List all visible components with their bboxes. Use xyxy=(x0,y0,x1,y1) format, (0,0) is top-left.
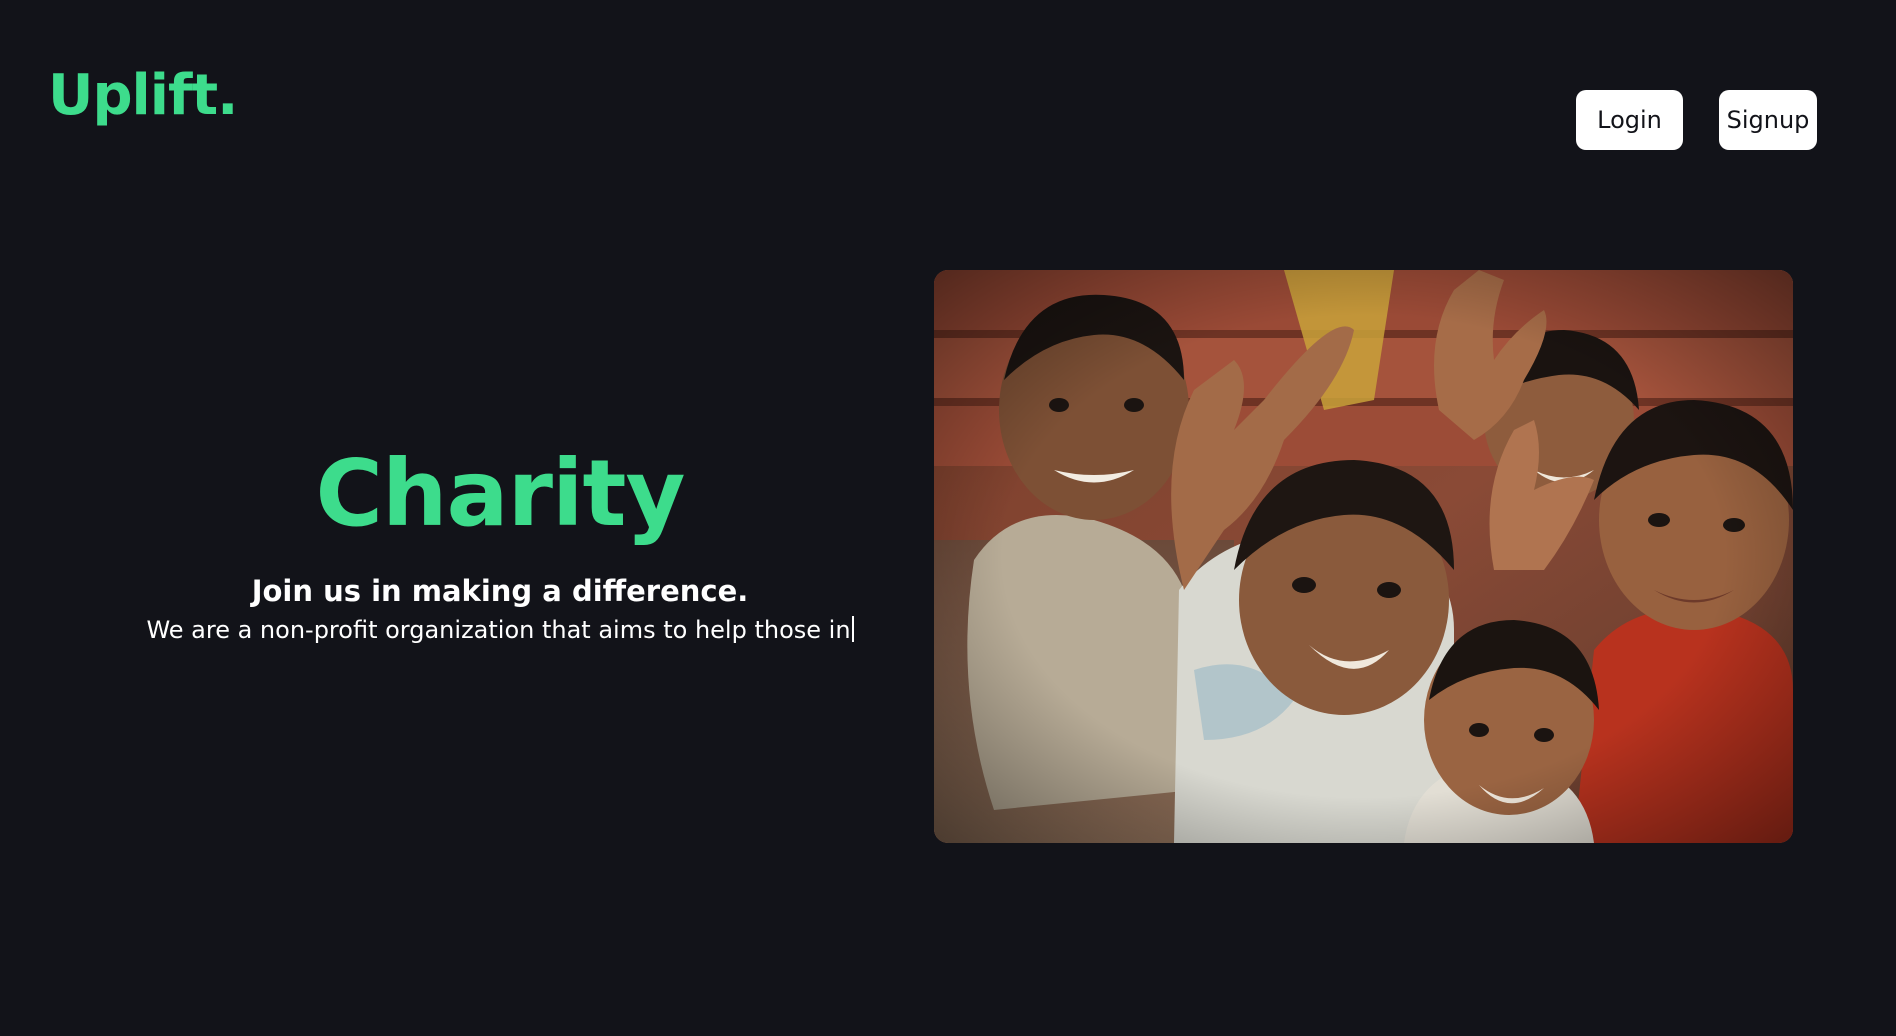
hero-title: Charity xyxy=(315,440,686,547)
signup-button[interactable]: Signup xyxy=(1719,90,1817,150)
photo-children-smiling-icon xyxy=(934,270,1793,843)
landing-page: Uplift. Login Signup Charity Join us in … xyxy=(0,0,1896,1036)
hero-description-line: We are a non-profit organization that ai… xyxy=(100,615,900,646)
hero-photo xyxy=(934,270,1793,843)
hero-subtitle: Join us in making a difference. xyxy=(251,574,749,608)
hero-description: We are a non-profit organization that ai… xyxy=(146,615,851,644)
login-button[interactable]: Login xyxy=(1576,90,1683,150)
typing-cursor xyxy=(851,615,854,642)
auth-nav: Login Signup xyxy=(0,90,1896,150)
hero-text-block: Charity Join us in making a difference. … xyxy=(100,448,900,646)
